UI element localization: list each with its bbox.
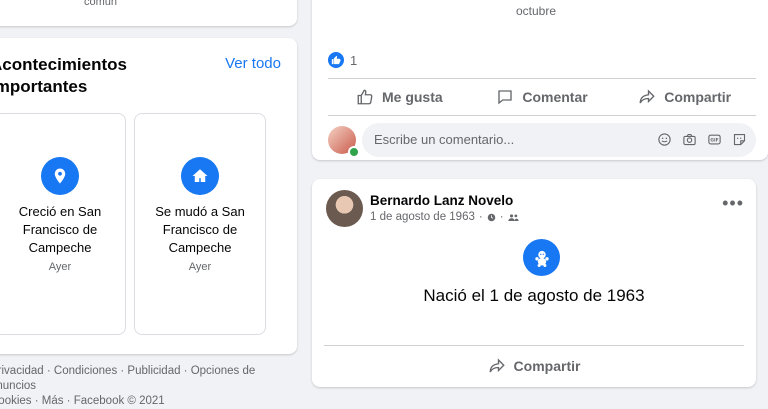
life-event-date: Ayer — [188, 261, 212, 273]
birth-event-text: Nació el 1 de agosto de 1963 — [423, 286, 645, 305]
share-label: Compartir — [664, 89, 732, 105]
life-events-title: Acontecimientos importantes — [0, 55, 127, 96]
comment-composer: Escribe un comentario... GIF — [328, 123, 756, 158]
thumbs-up-icon — [357, 89, 373, 105]
life-event-item[interactable]: Se mudó a San Francisco de Campeche Ayer — [134, 113, 266, 335]
share-icon — [489, 358, 505, 373]
post-month-text: octubre — [516, 4, 557, 18]
share-button[interactable]: Compartir — [613, 79, 756, 115]
like-label: Me gusta — [381, 89, 443, 105]
life-event-date: Ayer — [48, 261, 72, 273]
camera-icon[interactable] — [681, 131, 698, 148]
comment-placeholder: Escribe un comentario... — [374, 132, 515, 147]
post-actions: Me gusta Comentar Compartir — [328, 79, 756, 115]
comment-icon — [498, 90, 513, 105]
divider — [324, 345, 744, 346]
like-reaction-icon — [328, 52, 344, 68]
svg-text:GIF: GIF — [710, 138, 718, 144]
reaction-summary[interactable]: 1 — [328, 52, 357, 68]
comment-tools: GIF — [656, 131, 748, 148]
post-date[interactable]: 1 de agosto de 1963 — [370, 211, 475, 223]
author-name[interactable]: Bernardo Lanz Novelo — [370, 193, 513, 208]
comment-input[interactable]: Escribe un comentario... GIF — [362, 123, 756, 157]
location-pin-icon — [41, 157, 79, 195]
life-event-item[interactable]: Creció en San Francisco de Campeche Ayer — [0, 113, 126, 335]
sticker-icon[interactable] — [731, 131, 748, 148]
post-meta: 1 de agosto de 1963 · · — [370, 211, 519, 223]
footer-line-1[interactable]: Privacidad · Condiciones · Publicidad · … — [0, 364, 290, 394]
footer-links[interactable]: Privacidad · Condiciones · Publicidad · … — [0, 364, 290, 409]
online-status-dot — [348, 146, 360, 158]
birth-event-post: Bernardo Lanz Novelo 1 de agosto de 1963… — [312, 179, 756, 387]
home-icon — [181, 157, 219, 195]
gif-icon[interactable]: GIF — [706, 131, 723, 148]
share-button[interactable]: Compartir — [324, 351, 744, 381]
life-events-card: Acontecimientos importantes Ver todo Cre… — [0, 38, 297, 354]
clock-icon — [487, 213, 495, 221]
friends-audience-icon[interactable] — [507, 213, 519, 222]
share-icon — [639, 89, 655, 104]
baby-icon — [523, 239, 560, 276]
divider — [328, 115, 756, 116]
author-avatar[interactable] — [326, 190, 363, 227]
friends-card: común — [0, 0, 297, 26]
life-event-title: Se mudó a San Francisco de Campeche — [155, 204, 245, 255]
emoji-icon[interactable] — [656, 131, 673, 148]
common-text: común — [84, 0, 118, 8]
comment-label: Comentar — [522, 89, 588, 105]
comment-button[interactable]: Comentar — [471, 79, 614, 115]
like-count: 1 — [350, 52, 358, 68]
life-event-title: Creció en San Francisco de Campeche — [18, 204, 102, 255]
footer-line-2[interactable]: Cookies · Más · Facebook © 2021 — [0, 394, 290, 409]
post-card: octubre 1 Me gusta Comentar Compartir Es… — [312, 0, 768, 160]
like-button[interactable]: Me gusta — [328, 79, 471, 115]
more-options-icon[interactable]: ••• — [722, 193, 744, 214]
see-all-link[interactable]: Ver todo — [225, 55, 281, 72]
share-label: Compartir — [513, 358, 581, 374]
